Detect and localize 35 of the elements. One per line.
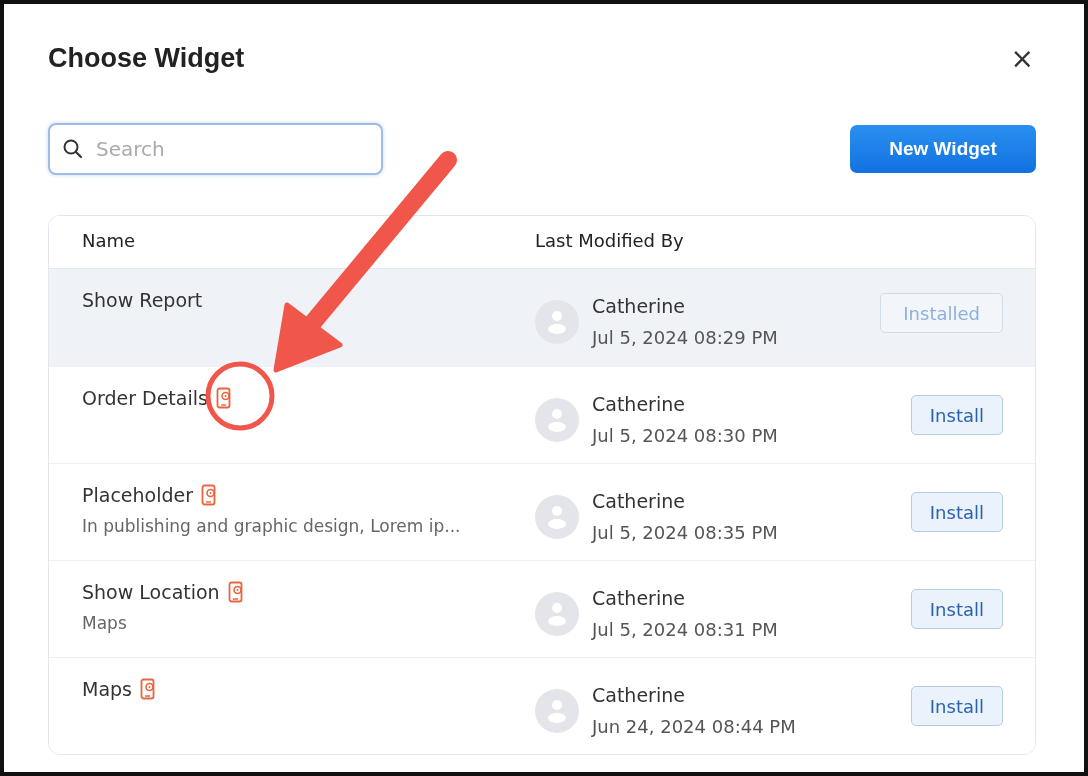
modified-date: Jul 5, 2024 08:35 PM <box>592 522 778 543</box>
author-name: Catherine <box>592 684 686 706</box>
install-button[interactable]: Install <box>910 492 1003 532</box>
widget-name: Show Location <box>82 581 220 603</box>
avatar-icon <box>535 494 579 539</box>
author-name: Catherine <box>592 587 686 609</box>
widget-name: Show Report <box>82 289 203 311</box>
modified-date: Jun 24, 2024 08:44 PM <box>592 716 796 737</box>
widget-description: In publishing and graphic design, Lorem ip... <box>82 516 462 536</box>
modified-date: Jul 5, 2024 08:30 PM <box>592 425 778 446</box>
avatar-icon <box>535 299 579 344</box>
column-header: Name <box>82 230 137 251</box>
author-name: Catherine <box>592 295 686 317</box>
avatar-icon <box>535 688 579 733</box>
modified-date: Jul 5, 2024 08:29 PM <box>592 327 778 348</box>
widget-description: Maps <box>82 613 128 633</box>
modified-date: Jul 5, 2024 08:31 PM <box>592 619 778 640</box>
widget-name: Placeholder <box>82 484 194 506</box>
install-button[interactable]: Install <box>910 686 1003 726</box>
search-icon <box>62 138 84 160</box>
widget-row[interactable]: Maps Catherine Jun 24, 2024 08:44 PM Install <box>49 657 1035 754</box>
widget-row[interactable]: Show Report Catherine Jul 5, 2024 08:29 PM Installed <box>49 269 1035 366</box>
install-button[interactable]: Install <box>910 589 1003 629</box>
author-name: Catherine <box>592 393 686 415</box>
close-button[interactable]: × <box>1008 41 1036 75</box>
search-field[interactable]: Search <box>48 123 383 175</box>
widget-name: Maps <box>82 678 132 700</box>
author-name: Catherine <box>592 490 686 512</box>
column-header: Last Modified By <box>535 230 685 251</box>
highlight-circle <box>205 361 275 431</box>
new-widget-button[interactable]: New Widget <box>850 125 1036 173</box>
avatar-icon <box>535 397 579 442</box>
install-button[interactable]: Install <box>910 395 1003 435</box>
avatar-icon <box>535 591 579 636</box>
dialog-title: Choose Widget <box>48 42 245 74</box>
